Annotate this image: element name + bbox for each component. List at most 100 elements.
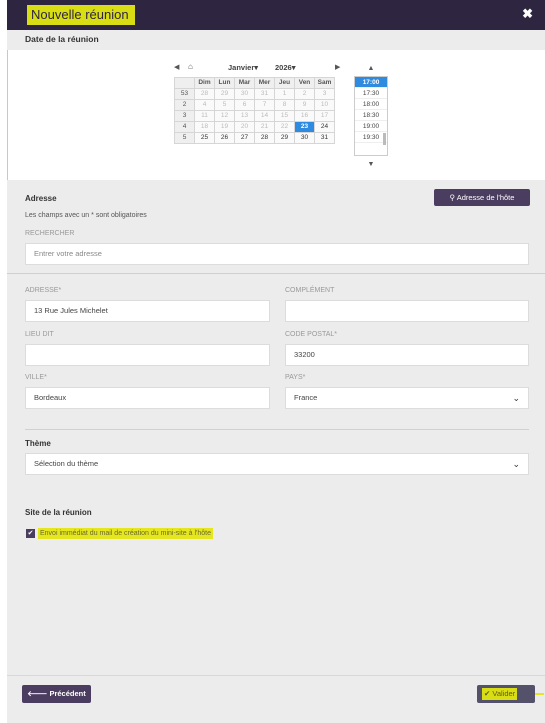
calendar-day[interactable]: 14 [254, 110, 275, 122]
address-heading: Adresse [25, 194, 57, 203]
time-option-selected[interactable]: 17:00 [355, 77, 387, 88]
calendar-day[interactable]: 1 [274, 88, 295, 100]
calendar-day[interactable]: 8 [274, 99, 295, 111]
chevron-down-icon: ⌄ [512, 459, 520, 469]
calendar-day[interactable]: 22 [274, 121, 295, 133]
send-mail-checkbox-label[interactable]: Envoi immédiat du mail de création du mi… [38, 528, 213, 539]
month-select[interactable]: Janvier▾ [228, 63, 258, 72]
chevron-down-icon: ⌄ [512, 393, 520, 403]
calendar-day[interactable]: 12 [214, 110, 235, 122]
checkmark-icon: ✔ [484, 689, 491, 698]
weekday-header-row: Dim Lun Mar Mer Jeu Ven Sam [174, 77, 335, 89]
weekday-header: Sam [314, 77, 335, 89]
calendar-day[interactable]: 10 [314, 99, 335, 111]
time-list: 17:00 17:30 18:00 18:30 19:00 19:30 [354, 76, 388, 156]
calendar-week-row: 5 25 26 27 28 29 30 31 [174, 132, 335, 144]
form-section: Adresse ⚲ Adresse de l'hôte Les champs a… [7, 180, 545, 723]
modal-titlebar: Nouvelle réunion ✖ [7, 0, 545, 30]
calendar-day[interactable]: 25 [194, 132, 215, 144]
ville-input[interactable]: Bordeaux [25, 387, 270, 409]
calendar-day[interactable]: 5 [214, 99, 235, 111]
calendar-day[interactable]: 28 [194, 88, 215, 100]
adresse-label: ADRESSE* [25, 287, 62, 294]
calendar-day[interactable]: 28 [254, 132, 275, 144]
search-input[interactable]: Entrer votre adresse [25, 243, 529, 265]
calendar-day[interactable]: 30 [234, 88, 255, 100]
time-option[interactable]: 18:30 [355, 110, 387, 121]
theme-heading: Thème [25, 439, 51, 448]
lieu-dit-input[interactable] [25, 344, 270, 366]
year-label: 2026 [275, 63, 292, 72]
calendar-nav: ◀ ⌂ Janvier▾ 2026▾ ▶ [174, 62, 345, 76]
calendar-week-row: 4 18 19 20 21 22 23 24 [174, 121, 335, 133]
calendar-day[interactable]: 13 [234, 110, 255, 122]
calendar-week-row: 3 11 12 13 14 15 16 17 [174, 110, 335, 122]
time-option[interactable]: 17:30 [355, 88, 387, 99]
calendar-day[interactable]: 11 [194, 110, 215, 122]
close-icon[interactable]: ✖ [522, 6, 533, 22]
pays-select[interactable]: France ⌄ [285, 387, 529, 409]
calendar-grid: Dim Lun Mar Mer Jeu Ven Sam 53 28 29 30 … [174, 77, 335, 144]
ville-label: VILLE* [25, 374, 47, 381]
calendar-day-selected[interactable]: 23 [294, 121, 315, 133]
calendar-day[interactable]: 7 [254, 99, 275, 111]
calendar-day[interactable]: 18 [194, 121, 215, 133]
calendar-day[interactable]: 20 [234, 121, 255, 133]
validate-button-highlight: ✔ Valider [482, 688, 518, 700]
calendar-day[interactable]: 19 [214, 121, 235, 133]
complement-input[interactable] [285, 300, 529, 322]
home-icon[interactable]: ⌂ [188, 62, 193, 71]
site-heading: Site de la réunion [25, 508, 92, 517]
validate-button[interactable]: ✔ Valider [477, 685, 535, 703]
calendar-day[interactable]: 24 [314, 121, 335, 133]
calendar-day[interactable]: 31 [314, 132, 335, 144]
date-section-label: Date de la réunion [25, 34, 99, 44]
time-option[interactable]: 19:00 [355, 121, 387, 132]
weekday-header: Jeu [274, 77, 295, 89]
calendar-day[interactable]: 16 [294, 110, 315, 122]
calendar-day[interactable]: 15 [274, 110, 295, 122]
validate-button-label: Valider [492, 689, 516, 698]
divider [25, 429, 529, 430]
divider [7, 273, 545, 274]
calendar-day[interactable]: 6 [234, 99, 255, 111]
previous-button-label: Précédent [49, 689, 86, 698]
host-address-button[interactable]: ⚲ Adresse de l'hôte [434, 189, 530, 206]
highlight-mark [535, 693, 544, 695]
theme-select[interactable]: Sélection du thème ⌄ [25, 453, 529, 475]
complement-label: COMPLÉMENT [285, 287, 335, 294]
prev-month-icon[interactable]: ◀ [174, 63, 179, 71]
calendar-day[interactable]: 2 [294, 88, 315, 100]
time-option[interactable]: 18:00 [355, 99, 387, 110]
calendar-day[interactable]: 31 [254, 88, 275, 100]
year-select[interactable]: 2026▾ [275, 63, 295, 72]
calendar-day[interactable]: 9 [294, 99, 315, 111]
previous-button[interactable]: 🡐 Précédent [22, 685, 91, 703]
calendar-day[interactable]: 21 [254, 121, 275, 133]
calendar-day[interactable]: 30 [294, 132, 315, 144]
host-address-button-label: Adresse de l'hôte [456, 193, 515, 202]
calendar-day[interactable]: 27 [234, 132, 255, 144]
time-scroll-up-icon[interactable]: ▲ [354, 64, 388, 74]
calendar-day[interactable]: 4 [194, 99, 215, 111]
calendar-day[interactable]: 29 [274, 132, 295, 144]
time-scroll-down-icon[interactable]: ▼ [354, 160, 388, 170]
month-label: Janvier [228, 63, 255, 72]
next-month-icon[interactable]: ▶ [335, 63, 340, 71]
week-number: 4 [174, 121, 195, 133]
weekday-header: Mer [254, 77, 275, 89]
weekday-header: Lun [214, 77, 235, 89]
time-scrollbar[interactable] [383, 133, 386, 145]
postal-code-label: CODE POSTAL* [285, 331, 337, 338]
calendar-day[interactable]: 26 [214, 132, 235, 144]
postal-code-input[interactable]: 33200 [285, 344, 529, 366]
calendar-week-row: 2 4 5 6 7 8 9 10 [174, 99, 335, 111]
calendar-day[interactable]: 17 [314, 110, 335, 122]
calendar-day[interactable]: 3 [314, 88, 335, 100]
week-number: 5 [174, 132, 195, 144]
lieu-dit-label: LIEU DIT [25, 331, 54, 338]
week-number: 2 [174, 99, 195, 111]
calendar-day[interactable]: 29 [214, 88, 235, 100]
adresse-input[interactable]: 13 Rue Jules Michelet [25, 300, 270, 322]
send-mail-checkbox[interactable]: ✔ [26, 529, 35, 538]
